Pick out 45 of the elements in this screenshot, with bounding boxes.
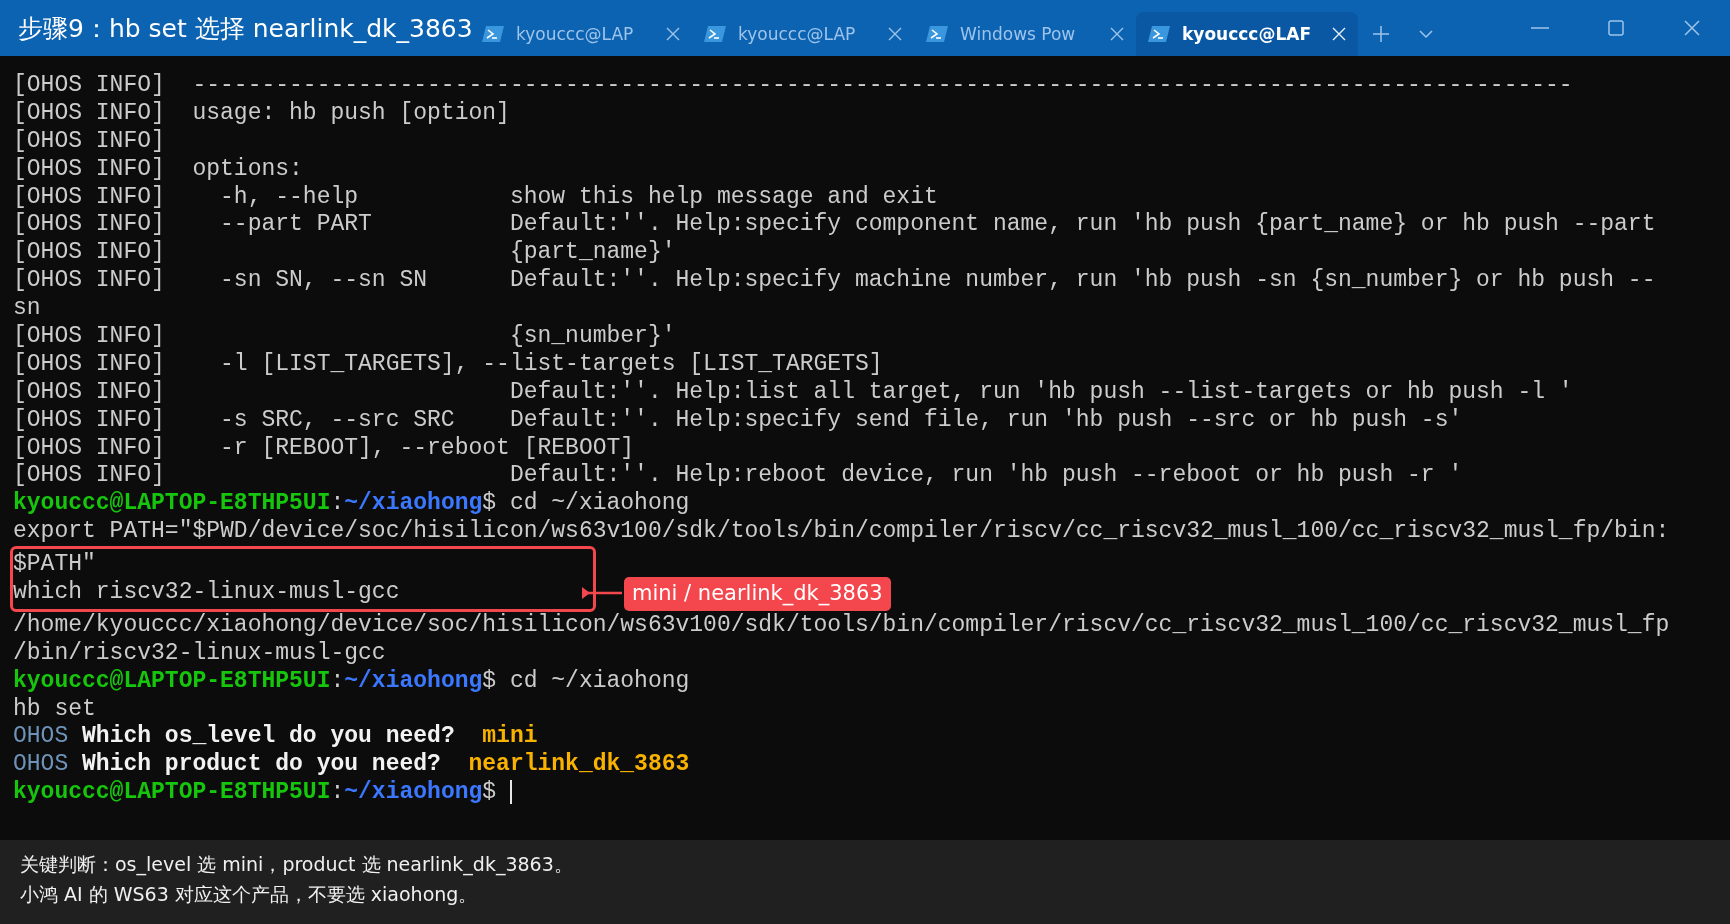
terminal-line: kyouccc@LAPTOP-E8THP5UI:~/xiaohong$ cd ~/xiaohong xyxy=(13,667,690,696)
terminal-line: OHOS Which os_level do you need? mini xyxy=(13,723,538,752)
terminal-line: [OHOS INFO] {part_name}' xyxy=(13,239,676,268)
terminal-tab[interactable]: kyouccc@LAP xyxy=(470,12,692,56)
window-title: 步骤9：hb set 选择 nearlink_dk_3863 xyxy=(17,12,470,45)
close-icon[interactable] xyxy=(666,27,680,41)
terminal-line: hb set xyxy=(13,695,96,724)
terminal-line: /bin/riscv32-linux-musl-gcc xyxy=(13,639,386,668)
terminal-line: [OHOS INFO] xyxy=(13,127,165,156)
close-icon[interactable] xyxy=(1684,20,1700,36)
terminal-line: [OHOS INFO] -sn SN, --sn SN Default:''. Help:specify machine number, run 'hb push -sn {sn_number} or hb push -- xyxy=(13,267,1656,296)
terminal-tab[interactable]: kyouccc@LAF xyxy=(1136,12,1358,56)
chevron-down-icon[interactable] xyxy=(1418,29,1434,39)
terminal-line: export PATH="$PWD/device/soc/hisilicon/ws63v100/sdk/tools/bin/compiler/riscv/cc_riscv32_musl_100/cc_riscv32_musl_fp/bin: xyxy=(13,518,1670,547)
terminal-line: kyouccc@LAPTOP-E8THP5UI:~/xiaohong$ xyxy=(13,779,512,808)
maximize-icon[interactable] xyxy=(1608,20,1624,36)
close-icon[interactable] xyxy=(888,27,902,41)
terminal-line: [OHOS INFO] --part PART Default:''. Help:specify component name, run 'hb push {part_name} or hb push --part xyxy=(13,211,1656,240)
caption-text: 小鸿 AI 的 WS63 对应这个产品，不要选 xiaohong。 xyxy=(20,882,479,907)
terminal-line: [OHOS INFO] Default:''. Help:reboot device, run 'hb push --reboot or hb push -r ' xyxy=(13,462,1463,491)
close-icon[interactable] xyxy=(1110,27,1124,41)
terminal-line: [OHOS INFO] {sn_number}' xyxy=(13,323,676,351)
terminal-line: /home/kyouccc/xiaohong/device/soc/hisilicon/ws63v100/sdk/tools/bin/compiler/riscv/cc_riscv32_musl_100/cc_riscv32_musl_fp xyxy=(13,611,1670,640)
terminal-icon xyxy=(482,25,504,43)
terminal-line: $PATH" xyxy=(13,551,96,580)
terminal-icon xyxy=(1148,25,1170,43)
terminal-line: OHOS Which product do you need? nearlink_dk_3863 xyxy=(13,751,690,780)
terminal-line: which riscv32-linux-musl-gcc xyxy=(13,579,400,607)
terminal-line: kyouccc@LAPTOP-E8THP5UI:~/xiaohong$ cd ~/xiaohong xyxy=(13,490,690,519)
terminal-line: [OHOS INFO] Default:''. Help:list all target, run 'hb push --list-targets or hb push -l ' xyxy=(13,378,1573,407)
terminal-icon xyxy=(704,25,726,43)
terminal-tab[interactable]: kyouccc@LAP xyxy=(692,12,914,56)
terminal-line: [OHOS INFO] ---------------------------------------------------------------------------------------------------- xyxy=(13,72,1573,100)
terminal-line: [OHOS INFO] -h, --help show this help message and exit xyxy=(13,183,938,212)
terminal-line: [OHOS INFO] usage: hb push [option] xyxy=(13,99,510,128)
terminal-icon xyxy=(926,25,948,43)
terminal-line: [OHOS INFO] -s SRC, --src SRC Default:''. Help:specify send file, run 'hb push --src or hb push -s' xyxy=(13,406,1463,435)
terminal-line: sn xyxy=(13,295,41,323)
terminal-line: [OHOS INFO] -l [LIST_TARGETS], --list-targets [LIST_TARGETS] xyxy=(13,350,883,379)
terminal-tab[interactable]: Windows Pow xyxy=(914,12,1136,56)
callout-label: mini / nearlink_dk_3863 xyxy=(624,577,891,611)
terminal-line: [OHOS INFO] options: xyxy=(13,155,303,184)
terminal-line: [OHOS INFO] -r [REBOOT], --reboot [REBOOT] xyxy=(13,434,635,463)
plus-icon[interactable] xyxy=(1372,25,1390,43)
caption-text: 关键判断：os_level 选 mini，product 选 nearlink_dk_3863。 xyxy=(20,852,574,878)
